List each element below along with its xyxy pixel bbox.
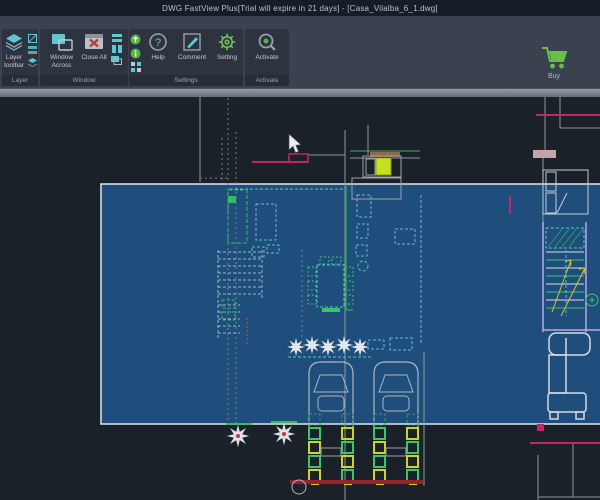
activate-button[interactable]: Activate [248, 31, 286, 62]
layer-freeze-icon[interactable] [28, 34, 37, 43]
help-icon: ? [148, 31, 168, 53]
layer-isolate-icon[interactable] [28, 58, 37, 67]
ribbon-canvas-divider [0, 88, 600, 97]
activate-magnifier-icon [257, 31, 277, 53]
ribbon-group-window: Window Across Close All [40, 29, 128, 86]
settings-small-buttons [130, 31, 141, 72]
comment-icon [182, 31, 202, 53]
tile-horizontal-icon[interactable] [112, 34, 122, 42]
layers-icon [4, 31, 24, 53]
update-icon[interactable] [130, 34, 141, 45]
layer-small-buttons [28, 31, 37, 67]
red-boundary-line [290, 480, 423, 484]
ribbon: Layer toolbar Layer [0, 16, 600, 88]
close-all-icon [83, 31, 105, 53]
window-small-buttons [111, 31, 122, 65]
setting-button[interactable]: Setting [212, 31, 242, 62]
activate-group-label: Activate [245, 75, 289, 86]
mouse-cursor [289, 134, 301, 153]
window-across-label: Window Across [46, 54, 77, 70]
window-across-icon [51, 31, 73, 53]
ribbon-group-layer: Layer toolbar Layer [2, 29, 38, 86]
buy-button[interactable]: Buy [532, 36, 576, 88]
drawing-canvas[interactable] [0, 97, 600, 500]
ribbon-group-settings: ? Help Comment [129, 29, 243, 86]
svg-text:?: ? [155, 37, 161, 49]
comment-button[interactable]: Comment [175, 31, 209, 62]
dwg-fastview-window: DWG FastView Plus[Trial will expire in 2… [0, 0, 600, 500]
about-info-icon[interactable] [130, 48, 141, 59]
layer-toolbar-label: Layer toolbar [3, 54, 25, 70]
cascade-windows-icon[interactable] [111, 56, 122, 65]
tile-vertical-icon[interactable] [112, 45, 122, 53]
buy-label: Buy [548, 73, 560, 80]
floor-plan-svg [0, 97, 600, 500]
title-bar[interactable]: DWG FastView Plus[Trial will expire in 2… [0, 0, 600, 16]
layer-toolbar-button[interactable]: Layer toolbar [3, 31, 25, 70]
window-group-label: Window [40, 75, 128, 86]
window-across-button[interactable]: Window Across [46, 31, 77, 70]
interface-grid-icon[interactable] [131, 62, 141, 72]
layer-states-icon[interactable] [28, 46, 37, 55]
close-all-button[interactable]: Close All [80, 31, 108, 62]
thick-wall-segment [533, 150, 556, 158]
activate-label: Activate [255, 54, 278, 62]
help-label: Help [151, 54, 164, 62]
ribbon-group-activate: Activate Activate [245, 29, 289, 86]
settings-group-label: Settings [129, 75, 243, 86]
setting-gear-icon [217, 31, 237, 53]
layer-group-label: Layer [2, 75, 38, 86]
setting-label: Setting [217, 54, 237, 62]
plant-star-1 [222, 420, 254, 452]
window-title: DWG FastView Plus[Trial will expire in 2… [162, 4, 438, 13]
cart-icon [539, 45, 569, 71]
plant-star-2 [268, 418, 300, 450]
comment-label: Comment [178, 54, 206, 62]
magenta-marker [537, 424, 544, 431]
help-button[interactable]: ? Help [144, 31, 172, 62]
highlight-block [376, 158, 391, 175]
close-all-label: Close All [81, 54, 106, 62]
selection-rectangle [101, 184, 600, 424]
